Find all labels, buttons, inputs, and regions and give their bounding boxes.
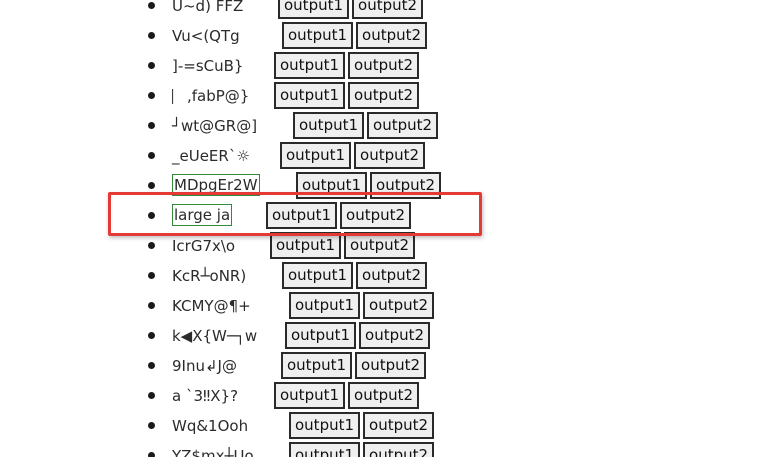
output-button-group: output1 output2 — [289, 292, 437, 319]
output2-button[interactable]: output2 — [356, 22, 428, 49]
bullet-icon — [148, 32, 155, 39]
output-button-group: output1 output2 — [289, 412, 437, 439]
list-item: ⎸,fabP@} output1 output2 — [0, 81, 781, 111]
output2-button[interactable]: output2 — [340, 202, 412, 229]
output-button-group: output1 output2 — [280, 142, 428, 169]
list-item: ]-=sCuB} output1 output2 — [0, 51, 781, 81]
list-item: MDpgEr2W output1 output2 — [0, 171, 781, 201]
list-item: a `3‼X}? output1 output2 — [0, 381, 781, 411]
list-item: YZ$mx┼Uo output1 output2 — [0, 441, 781, 457]
list-item: KcR┴oNR) output1 output2 — [0, 261, 781, 291]
output2-button[interactable]: output2 — [352, 0, 424, 19]
output2-button[interactable]: output2 — [363, 412, 435, 439]
bullet-icon — [148, 332, 155, 339]
item-label: 9Inu↲J@ — [172, 357, 237, 375]
item-label: KcR┴oNR) — [172, 267, 247, 285]
item-label: ┘wt@GR@] — [172, 117, 258, 135]
bullet-icon — [148, 212, 155, 219]
item-label: Wq&1Ooh — [172, 417, 249, 435]
item-label: Vu<(QTg — [172, 27, 240, 45]
bullet-icon — [148, 242, 155, 249]
output-button-group: output1 output2 — [282, 22, 430, 49]
output2-button[interactable]: output2 — [367, 112, 439, 139]
output2-button[interactable]: output2 — [354, 142, 426, 169]
output-button-group: output1 output2 — [274, 82, 422, 109]
bullet-icon — [148, 62, 155, 69]
output2-button[interactable]: output2 — [348, 382, 420, 409]
output-button-group: output1 output2 — [266, 202, 414, 229]
output-button-group: output1 output2 — [285, 322, 433, 349]
item-label: large ja — [172, 204, 233, 226]
output2-button[interactable]: output2 — [356, 262, 428, 289]
item-label: a `3‼X}? — [172, 387, 239, 405]
list-item: KCMY@¶+ output1 output2 — [0, 291, 781, 321]
output1-button[interactable]: output1 — [285, 322, 357, 349]
list-container: U~d) FFZ output1 output2 Vu<(QTg output1 outp… — [0, 0, 781, 457]
output-button-group: output1 output2 — [278, 0, 426, 19]
list-item: U~d) FFZ output1 output2 — [0, 0, 781, 21]
item-label: ]-=sCuB} — [172, 57, 244, 75]
bullet-icon — [148, 2, 155, 9]
output-button-group: output1 output2 — [282, 262, 430, 289]
item-label: U~d) FFZ — [172, 0, 244, 15]
output-button-group: output1 output2 — [274, 52, 422, 79]
output2-button[interactable]: output2 — [355, 352, 427, 379]
bullet-icon — [148, 452, 155, 457]
output1-button[interactable]: output1 — [289, 412, 361, 439]
item-label: ⎸,fabP@} — [172, 87, 250, 105]
output1-button[interactable]: output1 — [281, 352, 353, 379]
output-button-group: output1 output2 — [296, 172, 444, 199]
output1-button[interactable]: output1 — [266, 202, 338, 229]
output2-button[interactable]: output2 — [363, 442, 435, 457]
list-item: Wq&1Ooh output1 output2 — [0, 411, 781, 441]
list-item: k◀X{W─┐w output1 output2 — [0, 321, 781, 351]
output1-button[interactable]: output1 — [282, 262, 354, 289]
output1-button[interactable]: output1 — [289, 442, 361, 457]
bullet-icon — [148, 392, 155, 399]
output2-button[interactable]: output2 — [363, 292, 435, 319]
output1-button[interactable]: output1 — [274, 52, 346, 79]
list-item: ┘wt@GR@] output1 output2 — [0, 111, 781, 141]
bullet-icon — [148, 422, 155, 429]
item-label: _eUeER`☼ — [172, 147, 250, 165]
bullet-icon — [148, 362, 155, 369]
output1-button[interactable]: output1 — [289, 292, 361, 319]
bullet-icon — [148, 152, 155, 159]
output-button-group: output1 output2 — [293, 112, 441, 139]
list-item: 9Inu↲J@ output1 output2 — [0, 351, 781, 381]
output-button-group: output1 output2 — [274, 382, 422, 409]
output2-button[interactable]: output2 — [348, 52, 420, 79]
output1-button[interactable]: output1 — [293, 112, 365, 139]
output1-button[interactable]: output1 — [296, 172, 368, 199]
output1-button[interactable]: output1 — [274, 82, 346, 109]
output1-button[interactable]: output1 — [274, 382, 346, 409]
bullet-icon — [148, 122, 155, 129]
bullet-icon — [148, 272, 155, 279]
output1-button[interactable]: output1 — [270, 232, 342, 259]
output-button-group: output1 output2 — [270, 232, 418, 259]
output1-button[interactable]: output1 — [278, 0, 350, 19]
output2-button[interactable]: output2 — [359, 322, 431, 349]
bullet-icon — [148, 92, 155, 99]
item-label: KCMY@¶+ — [172, 297, 251, 315]
item-label: MDpgEr2W — [172, 174, 260, 196]
output-button-group: output1 output2 — [289, 442, 437, 457]
output-button-group: output1 output2 — [281, 352, 429, 379]
list-item: _eUeER`☼ output1 output2 — [0, 141, 781, 171]
output2-button[interactable]: output2 — [370, 172, 442, 199]
bullet-icon — [148, 302, 155, 309]
list-item: Vu<(QTg output1 output2 — [0, 21, 781, 51]
output1-button[interactable]: output1 — [280, 142, 352, 169]
item-label: IcrG7x\o — [172, 237, 236, 255]
list-item: IcrG7x\o output1 output2 — [0, 231, 781, 261]
output2-button[interactable]: output2 — [344, 232, 416, 259]
output1-button[interactable]: output1 — [282, 22, 354, 49]
list-item: large ja output1 output2 — [0, 201, 781, 231]
bullet-icon — [148, 182, 155, 189]
item-label: k◀X{W─┐w — [172, 327, 258, 345]
item-label: YZ$mx┼Uo — [172, 447, 254, 457]
output2-button[interactable]: output2 — [348, 82, 420, 109]
